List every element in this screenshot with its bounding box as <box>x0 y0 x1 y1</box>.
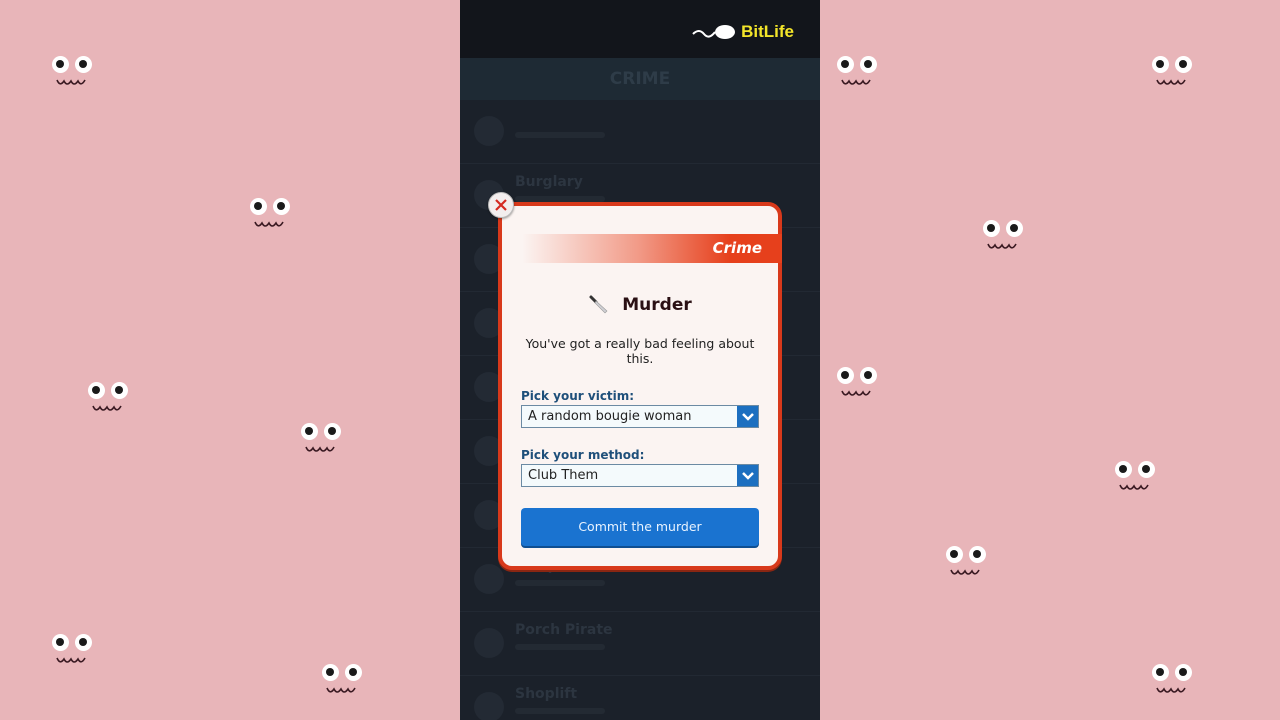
dialog-description: You've got a really bad feeling about th… <box>525 336 755 366</box>
face-decoration <box>943 546 989 582</box>
face-decoration <box>1149 56 1195 92</box>
face-decoration <box>834 367 880 403</box>
method-select[interactable]: Club Them <box>521 464 759 487</box>
method-value: Club Them <box>528 468 599 483</box>
row-title: Porch Pirate <box>515 622 613 638</box>
category-ribbon: Crime <box>522 234 782 263</box>
close-button[interactable] <box>488 192 514 218</box>
face-decoration <box>319 664 365 700</box>
screen-header: CRIME <box>460 58 820 100</box>
face-decoration <box>834 56 880 92</box>
knife-icon <box>589 295 608 314</box>
logo-text: BitLife <box>741 22 794 41</box>
victim-select[interactable]: A random bougie woman <box>521 405 759 428</box>
row-subtitle <box>515 708 605 714</box>
face-decoration <box>85 382 131 418</box>
face-decoration <box>298 423 344 459</box>
row-subtitle <box>515 644 605 650</box>
close-icon <box>495 199 507 211</box>
chevron-down-icon[interactable] <box>737 465 758 486</box>
row-icon <box>474 628 504 658</box>
list-item[interactable]: Porch Pirate <box>460 612 820 676</box>
face-decoration <box>49 56 95 92</box>
list-item[interactable] <box>460 100 820 164</box>
row-subtitle <box>515 132 605 138</box>
commit-button[interactable]: Commit the murder <box>521 508 759 546</box>
dialog-title: Murder <box>502 294 778 316</box>
row-subtitle <box>515 580 605 586</box>
row-title: Burglary <box>515 174 583 190</box>
chevron-down-icon[interactable] <box>737 406 758 427</box>
face-decoration <box>980 220 1026 256</box>
row-icon <box>474 692 504 720</box>
row-icon <box>474 116 504 146</box>
method-label: Pick your method: <box>521 448 645 462</box>
row-icon <box>474 564 504 594</box>
sperm-icon <box>692 25 736 39</box>
face-decoration <box>247 198 293 234</box>
crime-dialog: Crime Murder You've got a really bad fee… <box>498 202 782 570</box>
category-label: Crime <box>712 239 762 257</box>
title-text: Murder <box>622 295 692 315</box>
face-decoration <box>49 634 95 670</box>
row-title: Shoplift <box>515 686 578 702</box>
bitlife-logo: BitLife <box>691 22 794 42</box>
face-decoration <box>1112 461 1158 497</box>
top-bar: BitLife <box>460 0 820 58</box>
face-decoration <box>1149 664 1195 700</box>
list-item[interactable]: Shoplift <box>460 676 820 720</box>
victim-value: A random bougie woman <box>528 409 692 424</box>
victim-label: Pick your victim: <box>521 389 635 403</box>
